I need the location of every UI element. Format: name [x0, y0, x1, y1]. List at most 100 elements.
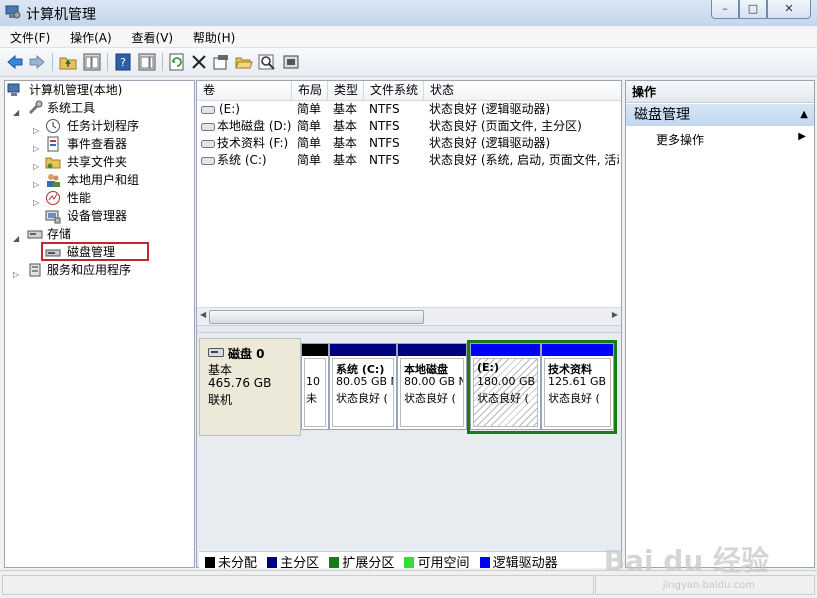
partition-system-c[interactable]: 系统 (C:) 80.05 GB N 状态良好 (: [329, 343, 397, 430]
close-button[interactable]: ✕: [767, 0, 811, 19]
actions-disk-management[interactable]: 磁盘管理 ▲: [626, 104, 814, 126]
disk-settings-icon[interactable]: [282, 53, 300, 71]
legend: 未分配 主分区 扩展分区 可用空间 逻辑驱动器: [199, 551, 619, 571]
delete-icon[interactable]: [190, 53, 208, 71]
console-tree: 计算机管理(本地) ◢ 系统工具 ▷ 任务计划程序 ▷ 事件查看器 ▷ 共享文件…: [4, 80, 195, 568]
help-icon[interactable]: ?: [114, 53, 132, 71]
tree-label: 本地用户和组: [67, 173, 140, 187]
device-manager-icon: [45, 210, 61, 224]
collapsed-triangle-icon[interactable]: ▷: [33, 122, 41, 135]
collapse-up-icon[interactable]: ▲: [800, 104, 808, 126]
tree-label: 共享文件夹: [67, 155, 128, 169]
performance-icon: [46, 191, 60, 205]
tree-label: 系统工具: [47, 101, 96, 115]
legend-swatch-unallocated: [205, 557, 215, 568]
refresh-icon[interactable]: [168, 53, 186, 71]
legend-swatch-free: [404, 557, 415, 568]
submenu-arrow-icon[interactable]: ▶: [798, 131, 806, 142]
menu-file[interactable]: 文件(F): [4, 27, 56, 46]
legend-swatch-primary: [267, 557, 278, 568]
services-icon: [29, 263, 41, 277]
expanded-triangle-icon[interactable]: ◢: [13, 104, 21, 117]
show-hide-console-tree-icon[interactable]: [83, 53, 101, 71]
scroll-left-arrow-icon[interactable]: ◀: [200, 310, 206, 319]
tree-label: 设备管理器: [67, 209, 128, 223]
back-arrow-icon[interactable]: [6, 53, 24, 71]
column-volume[interactable]: 卷: [197, 81, 292, 100]
tools-icon: [28, 100, 43, 115]
svg-text:?: ?: [120, 56, 126, 69]
actions-header: 操作: [626, 81, 814, 103]
drive-icon: [201, 106, 215, 114]
tree-label: 事件查看器: [67, 137, 128, 151]
baidu-watermark: Bai du 经验: [603, 544, 769, 577]
collapsed-triangle-icon[interactable]: ▷: [13, 266, 21, 279]
search-icon[interactable]: [258, 53, 276, 71]
window-title: 计算机管理: [26, 7, 96, 23]
partition-local-disk-d[interactable]: 本地磁盘 80.00 GB N 状态良好 (: [397, 343, 467, 430]
menu-bar: 文件(F) 操作(A) 查看(V) 帮助(H): [0, 27, 817, 48]
menu-action[interactable]: 操作(A): [64, 27, 118, 46]
collapsed-triangle-icon[interactable]: ▷: [33, 176, 41, 189]
tree-label: 性能: [67, 191, 92, 205]
disk-icon: [208, 348, 224, 357]
volume-row[interactable]: (E:) 简单 基本 NTFS 状态良好 (逻辑驱动器): [197, 101, 621, 118]
legend-swatch-extended: [329, 557, 340, 568]
disk-management-view: 卷 布局 类型 文件系统 状态 (E:) 简单 基本 NTFS 状态良好 (逻辑…: [196, 80, 622, 571]
storage-icon: [27, 230, 43, 239]
collapsed-triangle-icon[interactable]: ▷: [33, 194, 41, 207]
volume-list-header: 卷 布局 类型 文件系统 状态: [197, 81, 621, 101]
partition-unallocated[interactable]: 10 未: [301, 343, 329, 430]
drive-icon: [201, 157, 215, 165]
volume-row[interactable]: 技术资料 (F:) 简单 基本 NTFS 状态良好 (逻辑驱动器): [197, 135, 621, 152]
minimize-button[interactable]: –: [711, 0, 739, 19]
tree-label: 任务计划程序: [67, 119, 140, 133]
column-status[interactable]: 状态: [424, 81, 621, 100]
volume-row[interactable]: 本地磁盘 (D:) 简单 基本 NTFS 状态良好 (页面文件, 主分区): [197, 118, 621, 135]
disk-name: 磁盘 0: [228, 347, 265, 361]
extended-partition-outline: [467, 340, 617, 434]
menu-view[interactable]: 查看(V): [126, 27, 180, 46]
disk-size: 465.76 GB: [208, 376, 272, 390]
collapsed-triangle-icon[interactable]: ▷: [33, 158, 41, 171]
disk-0-info[interactable]: 磁盘 0 基本 465.76 GB 联机: [199, 338, 301, 436]
baidu-watermark-url: jingyan.baidu.com: [662, 580, 755, 591]
more-actions[interactable]: 更多操作: [656, 131, 704, 148]
menu-help[interactable]: 帮助(H): [187, 27, 241, 46]
horizontal-scrollbar[interactable]: ◀ ▶: [197, 307, 621, 325]
properties-icon[interactable]: [212, 53, 230, 71]
title-bar: 计算机管理 – □ ✕: [0, 0, 817, 26]
drive-icon: [201, 123, 215, 131]
open-folder-icon[interactable]: [235, 53, 253, 71]
event-viewer-icon: [47, 136, 59, 152]
pane-splitter[interactable]: [197, 325, 621, 333]
column-layout[interactable]: 布局: [292, 81, 328, 100]
users-icon: [47, 174, 60, 187]
collapsed-triangle-icon[interactable]: ▷: [33, 140, 41, 153]
tree-label: 服务和应用程序: [47, 263, 132, 277]
show-action-pane-icon[interactable]: [138, 53, 156, 71]
maximize-button[interactable]: □: [739, 0, 767, 19]
toolbar: ?: [0, 48, 817, 77]
column-filesystem[interactable]: 文件系统: [364, 81, 424, 100]
tree-label: 存储: [47, 227, 72, 241]
disk-status: 联机: [208, 393, 233, 407]
volume-row[interactable]: 系统 (C:) 简单 基本 NTFS 状态良好 (系统, 启动, 页面文件, 活…: [197, 152, 621, 169]
clock-icon: [46, 119, 60, 133]
forward-arrow-icon[interactable]: [28, 53, 46, 71]
computer-management-window: 计算机管理 – □ ✕ 文件(F) 操作(A) 查看(V) 帮助(H) ? 计算…: [0, 0, 817, 598]
up-folder-icon[interactable]: [59, 53, 77, 71]
column-type[interactable]: 类型: [328, 81, 364, 100]
drive-icon: [201, 140, 215, 148]
computer-management-icon: [7, 83, 20, 96]
annotation-highlight-box: [41, 242, 149, 261]
scroll-right-arrow-icon[interactable]: ▶: [612, 310, 618, 319]
expanded-triangle-icon[interactable]: ◢: [13, 230, 21, 243]
disk-graphical-view: 磁盘 0 基本 465.76 GB 联机 10 未 系统 (C:) 80.05 …: [197, 333, 621, 571]
scrollbar-thumb[interactable]: [209, 310, 424, 324]
tree-label: 计算机管理(本地): [29, 83, 123, 97]
shared-folder-icon: [45, 157, 61, 169]
computer-management-icon: [5, 5, 21, 19]
legend-swatch-logical: [479, 557, 490, 568]
actions-pane: 操作 磁盘管理 ▲ 更多操作 ▶: [625, 80, 815, 568]
